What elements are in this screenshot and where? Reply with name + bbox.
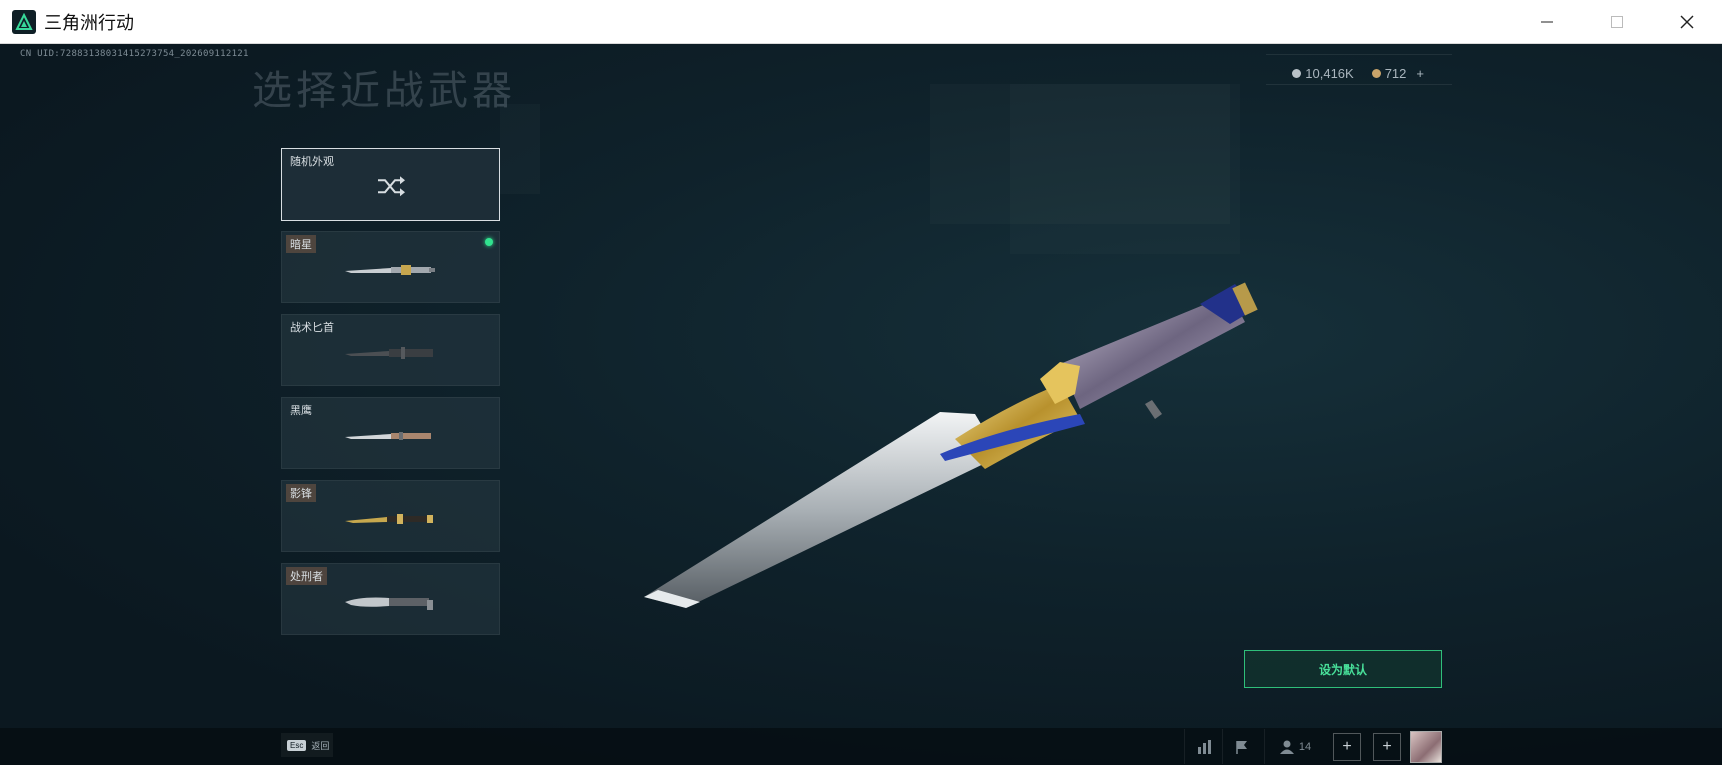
knife-thumbnail [344, 346, 433, 359]
melee-weapon-list: 随机外观 暗星 战术匕首 黑鹰 影锋 处刑者 [281, 148, 502, 646]
avatar [1410, 730, 1442, 763]
report-button[interactable] [1222, 729, 1261, 764]
maximize-button[interactable] [1582, 0, 1652, 44]
gold-amount: 712 [1384, 66, 1407, 81]
friends-icon [1279, 740, 1294, 754]
back-label: 返回 [311, 740, 330, 751]
card-label: 影锋 [286, 484, 316, 502]
knife-thumbnail [344, 597, 433, 610]
esc-key-hint: Esc [287, 739, 307, 751]
minimize-button[interactable] [1512, 0, 1582, 44]
weapon-card-tactical-dagger[interactable]: 战术匕首 [281, 314, 500, 386]
card-label: 战术匕首 [290, 322, 334, 334]
knife-thumbnail [344, 431, 431, 440]
close-icon [1680, 15, 1694, 29]
background-structure [500, 104, 540, 194]
flag-icon [1236, 740, 1247, 754]
weapon-card-dark-star[interactable]: 暗星 [281, 231, 500, 303]
weapon-card-executioner[interactable]: 处刑者 [281, 563, 500, 635]
set-default-button[interactable]: 设为默认 [1244, 650, 1442, 688]
card-label: 处刑者 [286, 567, 327, 585]
weapon-card-shadow-edge[interactable]: 影锋 [281, 480, 500, 552]
silver-currency: 10,416K [1292, 66, 1354, 81]
player-avatar-button[interactable] [1409, 729, 1443, 764]
knife-preview [644, 282, 1258, 608]
close-button[interactable] [1652, 0, 1722, 44]
card-label: 暗星 [286, 235, 316, 253]
divider [1266, 54, 1452, 55]
divider [1266, 84, 1452, 85]
add-currency-button[interactable]: + [1416, 66, 1424, 81]
add-slot-button[interactable]: + [1370, 729, 1404, 764]
plus-icon: + [1373, 732, 1401, 761]
random-skin-card[interactable]: 随机外观 [281, 148, 500, 221]
add-slot-button[interactable]: + [1330, 729, 1364, 764]
game-window: 三角洲行动 CN UID:72883138031415273754_202609… [0, 0, 1722, 765]
currency-bar: 10,416K 712 + [1292, 66, 1424, 81]
back-button[interactable]: Esc 返回 [281, 733, 333, 757]
bottom-bar: Esc 返回 14 + + [0, 728, 1722, 765]
title-bar: 三角洲行动 [0, 0, 1722, 44]
friends-count: 14 [1298, 740, 1312, 753]
background-structure [1010, 84, 1240, 254]
player-uid: CN UID:72883138031415273754_202609112121 [20, 49, 249, 59]
card-label: 随机外观 [290, 156, 334, 168]
card-label: 黑鹰 [290, 405, 312, 417]
friends-button[interactable]: 14 [1264, 729, 1325, 764]
stats-button[interactable] [1184, 729, 1223, 764]
shuffle-icon [377, 175, 405, 196]
silver-amount: 10,416K [1305, 66, 1354, 81]
page-title: 选择近战武器 [252, 69, 516, 113]
bar-chart-icon [1198, 739, 1211, 754]
window-title: 三角洲行动 [44, 12, 134, 33]
app-logo-icon [12, 9, 36, 34]
game-stage: CN UID:72883138031415273754_202609112121… [0, 44, 1722, 765]
gold-currency: 712 + [1371, 66, 1424, 81]
minimize-icon [1541, 21, 1553, 23]
gold-coin-icon [1371, 69, 1381, 78]
knife-thumbnail [344, 513, 433, 524]
silver-coin-icon [1292, 69, 1302, 78]
equipped-indicator [485, 238, 493, 246]
maximize-icon [1611, 16, 1623, 28]
weapon-card-black-hawk[interactable]: 黑鹰 [281, 397, 500, 469]
knife-thumbnail [344, 264, 435, 275]
plus-icon: + [1333, 732, 1361, 761]
